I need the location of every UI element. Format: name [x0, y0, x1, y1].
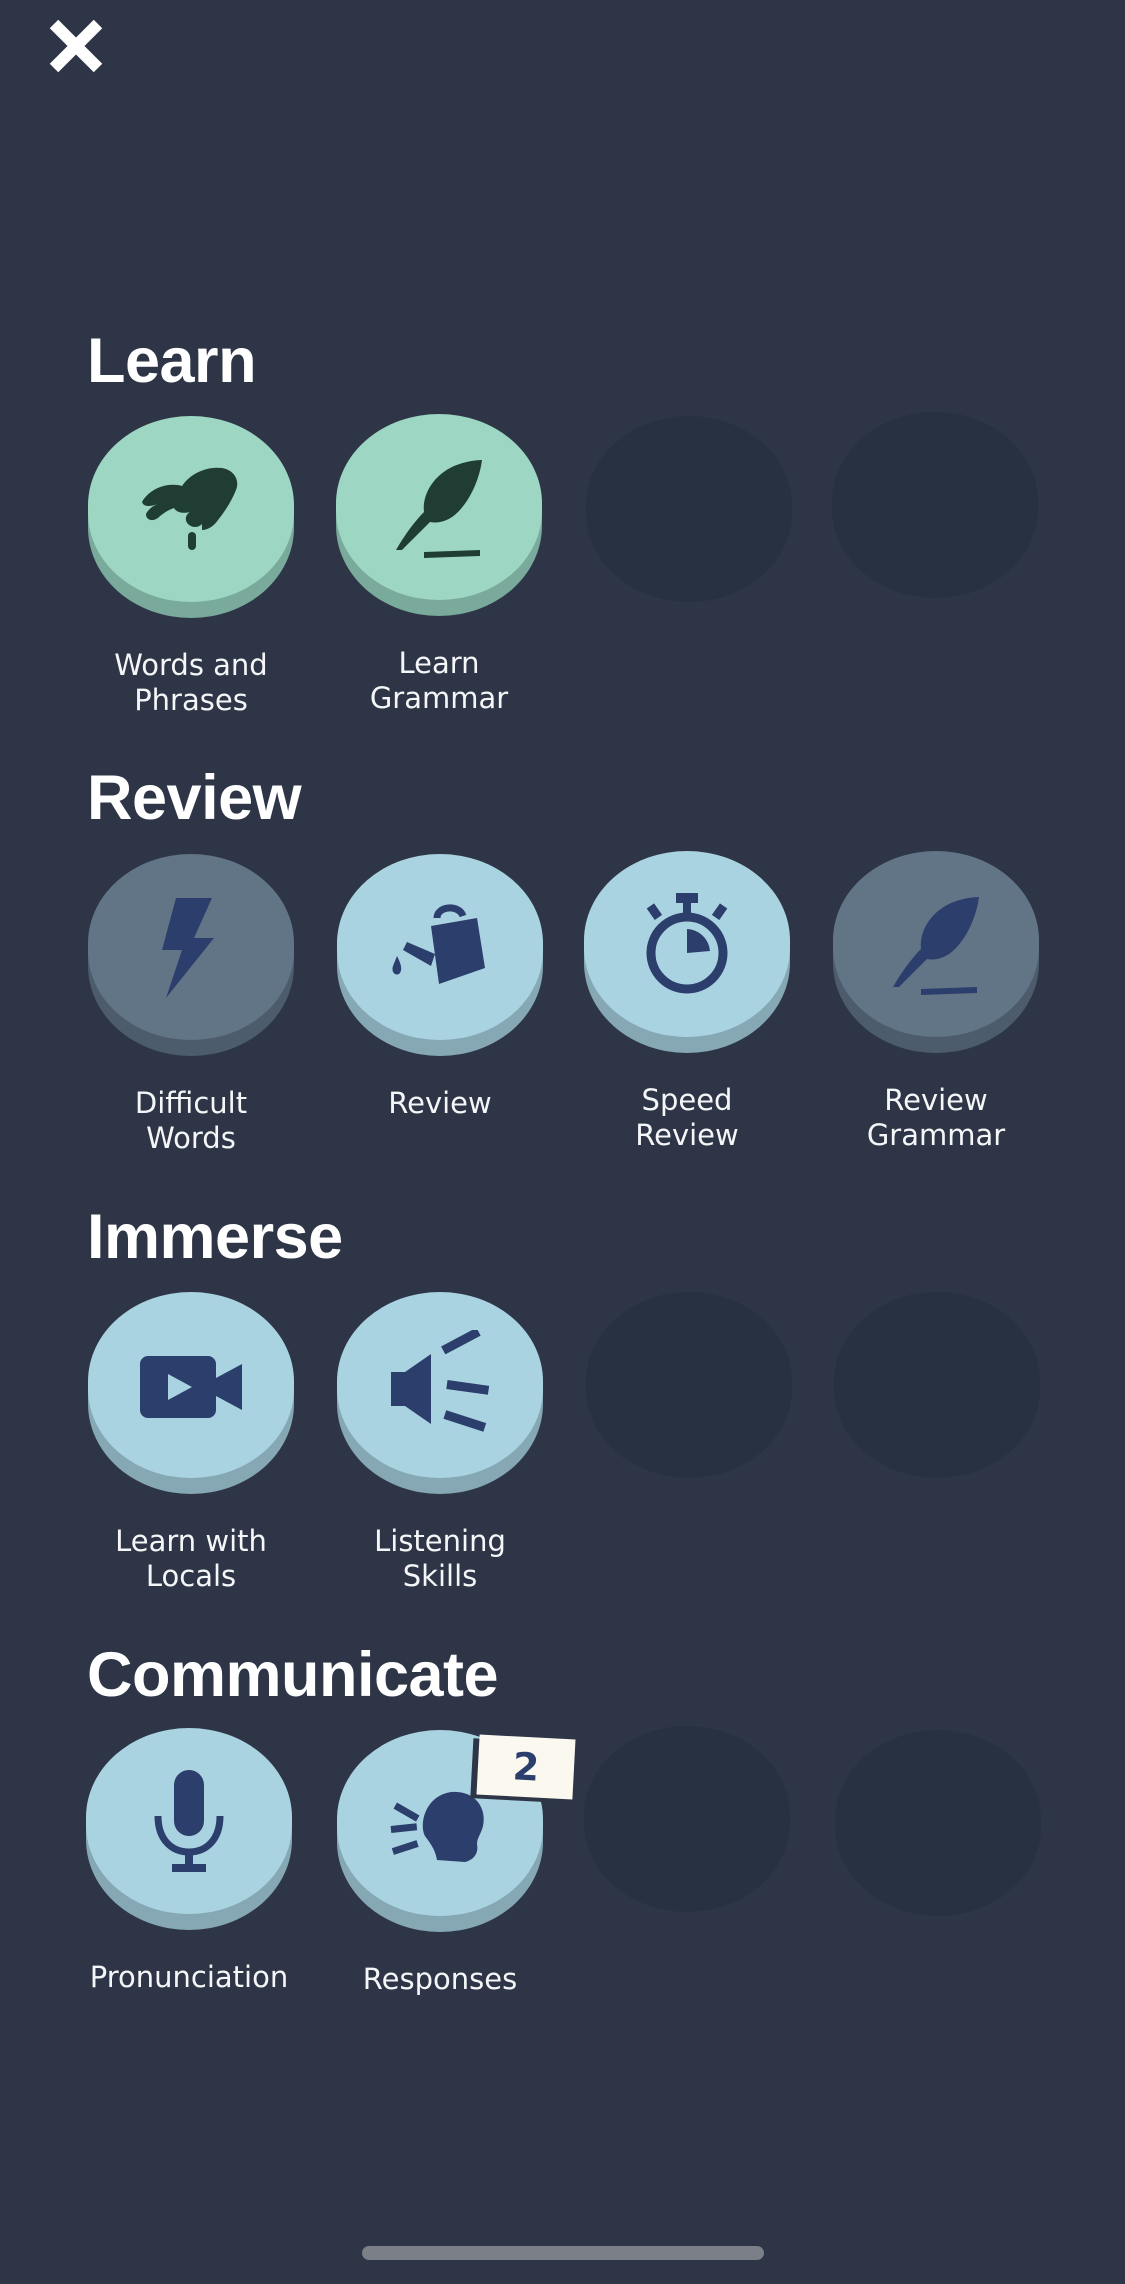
tile-review[interactable]: Review: [337, 854, 543, 1121]
empty-slot: [584, 1726, 790, 1912]
learn-grammar-button[interactable]: [336, 414, 542, 616]
section-title-communicate: Communicate: [87, 1640, 499, 1710]
section-title-review: Review: [87, 763, 302, 833]
microphone-icon: [154, 1770, 224, 1872]
lightning-icon: [162, 898, 214, 998]
quill-icon: [396, 460, 482, 558]
section-title-immerse: Immerse: [87, 1202, 343, 1272]
video-camera-icon: [140, 1356, 242, 1418]
tile-label: Review Grammar: [866, 1083, 1006, 1152]
empty-slot: [586, 1292, 792, 1478]
learn-with-locals-button[interactable]: [88, 1292, 294, 1494]
stopwatch-icon: [646, 893, 728, 994]
review-button[interactable]: [337, 854, 543, 1056]
empty-slot: [834, 1292, 1040, 1478]
empty-slot: [832, 412, 1038, 598]
quill-icon: [893, 897, 979, 995]
tile-pronunciation[interactable]: Pronunciation: [86, 1728, 292, 1995]
pinch-hand-icon: [142, 467, 238, 550]
words-and-phrases-button[interactable]: [88, 416, 294, 618]
speed-review-button[interactable]: [584, 851, 790, 1053]
tile-learn-with-locals[interactable]: Learn with Locals: [88, 1292, 294, 1594]
close-icon: [49, 19, 103, 73]
tile-words-and-phrases[interactable]: Words and Phrases: [88, 416, 294, 718]
tile-label: Words and Phrases: [114, 648, 268, 717]
tile-learn-grammar[interactable]: Learn Grammar: [336, 414, 542, 716]
review-grammar-button[interactable]: [833, 851, 1039, 1053]
section-title-learn: Learn: [87, 326, 257, 396]
empty-slot: [586, 416, 792, 602]
listening-skills-button[interactable]: [337, 1292, 543, 1494]
tile-label: Pronunciation: [89, 1960, 289, 1994]
difficult-words-button[interactable]: [88, 854, 294, 1056]
tile-difficult-words[interactable]: Difficult Words: [88, 854, 294, 1156]
close-button[interactable]: [44, 14, 108, 78]
tile-speed-review[interactable]: Speed Review: [584, 851, 790, 1153]
home-indicator[interactable]: [362, 2246, 764, 2260]
empty-slot: [835, 1730, 1041, 1916]
tile-label: Listening Skills: [374, 1524, 506, 1593]
tile-label: Responses: [362, 1962, 518, 1996]
tile-label: Learn Grammar: [369, 646, 509, 715]
tile-label: Learn with Locals: [115, 1524, 267, 1593]
notification-badge: 2: [476, 1734, 576, 1800]
watering-can-icon: [392, 904, 485, 984]
tile-review-grammar[interactable]: Review Grammar: [833, 851, 1039, 1153]
tile-label: Review: [388, 1086, 492, 1120]
tile-label: Difficult Words: [134, 1086, 248, 1155]
tile-label: Speed Review: [635, 1083, 739, 1152]
pronunciation-button[interactable]: [86, 1728, 292, 1930]
tile-listening-skills[interactable]: Listening Skills: [337, 1292, 543, 1594]
speaker-icon: [391, 1330, 490, 1432]
